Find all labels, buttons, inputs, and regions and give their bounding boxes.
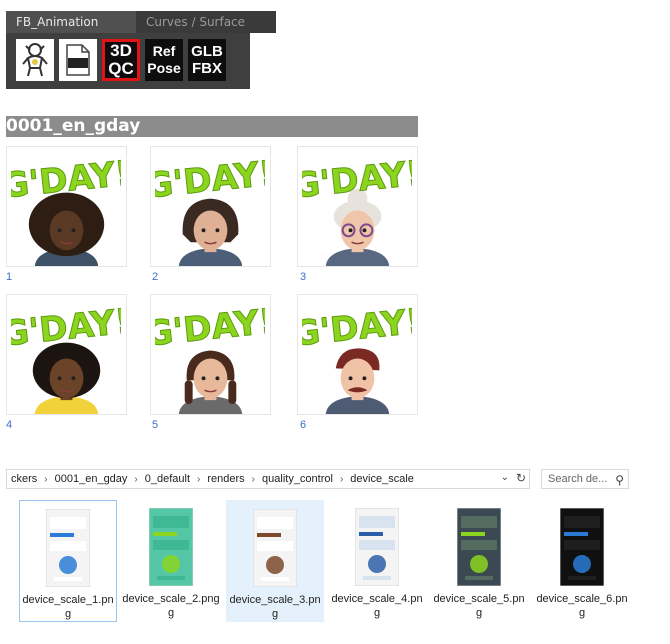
file-name: device_scale_3.pn g xyxy=(227,593,323,621)
chevron-right-icon: › xyxy=(339,473,344,485)
glb-fbx-label-line1: GLB xyxy=(191,43,223,60)
image-thumbnail xyxy=(253,509,297,587)
fbx-export-button[interactable] xyxy=(59,39,97,81)
file-name: device_scale_2.png g xyxy=(122,592,220,620)
ref-pose-button[interactable]: Ref Pose xyxy=(145,39,183,81)
chevron-right-icon: › xyxy=(197,473,201,485)
file-name-line2: g xyxy=(167,607,175,619)
ref-pose-label-line1: Ref xyxy=(152,43,176,59)
sticker-pack-title: 0001_en_gday xyxy=(6,116,141,136)
ref-pose-label-line2: Pose xyxy=(147,60,181,76)
search-icon[interactable]: ⚲ xyxy=(615,471,624,489)
3d-qc-label-line1: 3D xyxy=(110,41,132,60)
glb-fbx-label-line2: FBX xyxy=(192,60,222,77)
file-name-line2: g xyxy=(578,607,586,619)
breadcrumb-item[interactable]: renders xyxy=(203,473,248,485)
image-thumbnail xyxy=(355,508,399,586)
file-name: device_scale_5.pn g xyxy=(430,592,528,620)
glb-fbx-button[interactable]: GLB FBX xyxy=(188,39,226,81)
sticker-number: 2 xyxy=(152,271,159,283)
fbx-file-icon xyxy=(66,44,90,76)
svg-text:G'DAY!: G'DAY! xyxy=(11,301,121,349)
gday-text-art: G'DAY! xyxy=(302,153,412,201)
file-name-line1: device_scale_3.pn xyxy=(229,594,321,606)
sticker-card[interactable]: G'DAY! xyxy=(150,294,271,415)
3d-qc-label-line2: QC xyxy=(108,59,134,78)
sticker-card[interactable]: G'DAY! xyxy=(297,146,418,267)
sticker-card[interactable]: G'DAY! xyxy=(297,294,418,415)
svg-text:G'DAY!: G'DAY! xyxy=(302,153,412,201)
file-name-line1: device_scale_4.pn xyxy=(331,593,423,605)
sticker-number: 5 xyxy=(152,419,159,431)
file-item[interactable]: device_scale_1.pn g xyxy=(19,500,117,622)
breadcrumb-item[interactable]: ckers xyxy=(7,473,41,485)
file-name-line2: g xyxy=(271,608,279,620)
sticker-number: 4 xyxy=(6,419,13,431)
gday-text-art: G'DAY! xyxy=(11,153,121,201)
svg-text:G'DAY!: G'DAY! xyxy=(11,153,121,201)
image-thumbnail xyxy=(46,509,90,587)
image-thumbnail xyxy=(149,508,193,586)
file-item[interactable]: device_scale_4.pn g xyxy=(328,500,426,622)
file-name-line1: device_scale_2.png xyxy=(122,593,220,605)
3d-qc-button[interactable]: 3D QC xyxy=(102,39,140,81)
file-name-line1: device_scale_5.pn xyxy=(433,593,525,605)
shelf-toolbar: 3D QC Ref Pose GLB FBX xyxy=(16,39,226,85)
gday-text-art: G'DAY! xyxy=(155,301,265,349)
file-name-line1: device_scale_6.pn xyxy=(536,593,628,605)
chevron-right-icon: › xyxy=(134,473,138,485)
file-name-line2: g xyxy=(373,607,381,619)
image-thumbnail xyxy=(560,508,604,586)
file-name-line2: g xyxy=(64,608,72,620)
character-rig-icon xyxy=(22,43,48,77)
gday-text-art: G'DAY! xyxy=(155,153,265,201)
svg-text:G'DAY!: G'DAY! xyxy=(302,301,412,349)
file-item[interactable]: device_scale_2.png g xyxy=(122,500,220,622)
sticker-pack-banner: 0001_en_gday xyxy=(6,116,418,137)
file-name: device_scale_1.pn g xyxy=(20,593,116,621)
sticker-card[interactable]: G'DAY! xyxy=(6,294,127,415)
file-name: device_scale_6.pn g xyxy=(533,592,631,620)
sticker-number: 6 xyxy=(300,419,307,431)
tab-curves-surface[interactable]: Curves / Surface xyxy=(136,11,276,33)
sticker-number: 3 xyxy=(300,271,307,283)
file-item[interactable]: device_scale_6.pn g xyxy=(533,500,631,622)
sticker-card[interactable]: G'DAY! xyxy=(150,146,271,267)
shelf-panel: FB_Animation Curves / Surface 3D QC Ref … xyxy=(6,11,276,89)
file-item[interactable]: device_scale_5.pn g xyxy=(430,500,528,622)
refresh-icon[interactable]: ↻ xyxy=(516,471,526,485)
breadcrumb-item[interactable]: device_scale xyxy=(346,473,418,485)
sticker-number: 1 xyxy=(6,271,13,283)
breadcrumb-item[interactable]: 0_default xyxy=(141,473,194,485)
breadcrumb-item[interactable]: 0001_en_gday xyxy=(51,473,132,485)
gday-text-art: G'DAY! xyxy=(11,301,121,349)
svg-text:G'DAY!: G'DAY! xyxy=(155,153,265,201)
character-rig-button[interactable] xyxy=(16,39,54,81)
search-box[interactable]: Search de... ⚲ xyxy=(541,469,629,489)
search-placeholder: Search de... xyxy=(548,473,608,485)
chevron-right-icon: › xyxy=(44,473,48,485)
svg-text:G'DAY!: G'DAY! xyxy=(155,301,265,349)
chevron-right-icon: › xyxy=(251,473,256,485)
chevron-down-icon[interactable]: ⌄ xyxy=(501,472,509,483)
sticker-card[interactable]: G'DAY! xyxy=(6,146,127,267)
breadcrumb-item[interactable]: quality_control xyxy=(258,473,337,485)
file-name-line1: device_scale_1.pn xyxy=(22,594,114,606)
gday-text-art: G'DAY! xyxy=(302,301,412,349)
file-name-line2: g xyxy=(475,607,483,619)
file-name: device_scale_4.pn g xyxy=(328,592,426,620)
tab-fb-animation[interactable]: FB_Animation xyxy=(6,11,144,33)
image-thumbnail xyxy=(457,508,501,586)
file-item[interactable]: device_scale_3.pn g xyxy=(226,500,324,622)
address-bar[interactable]: ckers › 0001_en_gday › 0_default › rende… xyxy=(6,469,530,489)
